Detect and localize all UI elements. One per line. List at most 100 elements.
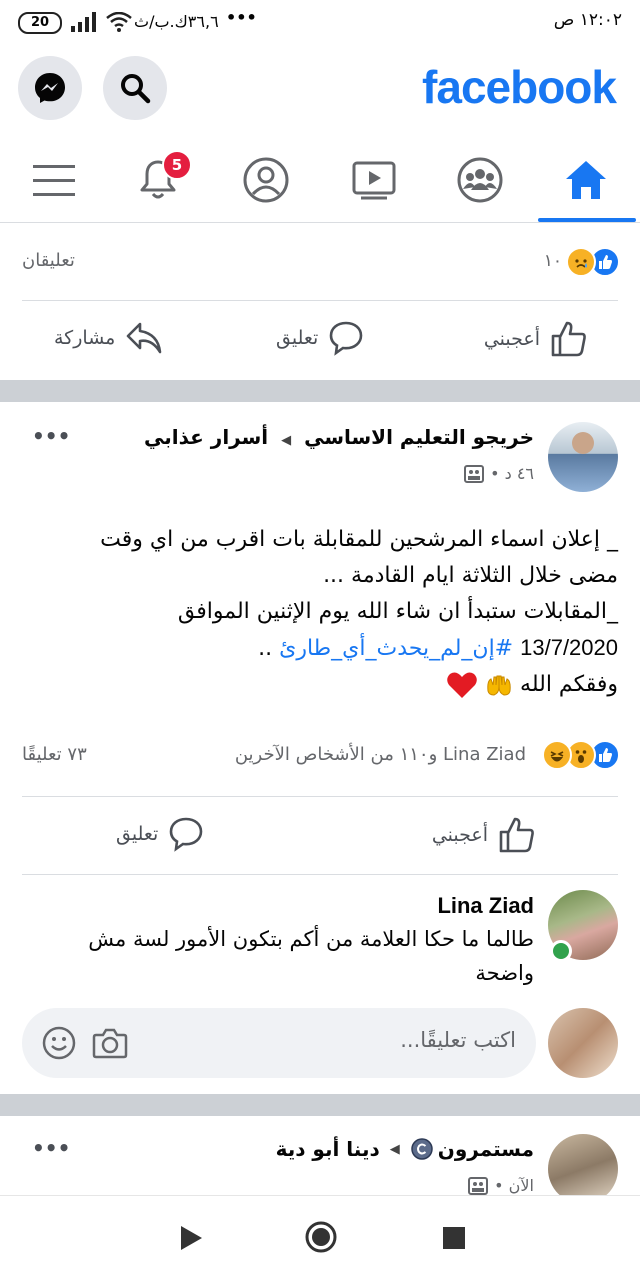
- post2-group-name[interactable]: خريجو التعليم الاساسي: [304, 425, 534, 449]
- nav-bar: 5: [0, 140, 640, 224]
- post2-meta: ٤٦ د •: [464, 464, 534, 483]
- commenter-avatar[interactable]: [548, 890, 618, 962]
- comment-text: طالما ما حكا العلامة من أكم بتكون الأمور…: [88, 927, 534, 985]
- post2-like-button[interactable]: أعجبني: [432, 816, 536, 854]
- comment-icon: [330, 321, 363, 356]
- post2-line-3: _المقابلات ستبدأ ان شاء الله يوم الإثنين…: [177, 599, 618, 624]
- post2-hashtag[interactable]: #إن_لم_يحدث_أي_طارئ: [279, 636, 513, 661]
- like-icon: [499, 817, 534, 853]
- notification-badge: 5: [162, 150, 192, 180]
- post1-comments-count[interactable]: تعليقان: [22, 250, 75, 271]
- arrow-icon: ◀: [281, 433, 292, 448]
- tab-watch[interactable]: [344, 150, 404, 210]
- tab-menu[interactable]: [24, 150, 84, 210]
- facebook-logo: facebook: [422, 61, 617, 113]
- post2-line-1: _ إعلان اسماء المرشحين للمقابلة بات اقرب…: [100, 527, 618, 552]
- post3-meta: الآن •: [468, 1176, 534, 1195]
- messenger-button[interactable]: [18, 56, 82, 120]
- home-icon: [566, 161, 606, 199]
- system-nav-bar: [0, 1196, 640, 1280]
- copyright-icon: [411, 1138, 433, 1160]
- watch-icon: [352, 161, 396, 200]
- status-time: ١٢:٠٢ ص: [553, 10, 622, 30]
- search-button[interactable]: [103, 56, 167, 120]
- feed-separator-2: [0, 1094, 640, 1116]
- post1-reaction-count: ١٠: [543, 251, 562, 271]
- back-button[interactable]: [178, 1224, 204, 1252]
- post2-author-name[interactable]: أسرار عذابي: [144, 425, 268, 449]
- status-bar: ١٢:٠٢ ص 20 ٣٦,٦ك.ب/ث •••: [0, 0, 640, 44]
- haha-reaction-icon: [542, 740, 572, 770]
- post2-more-icon[interactable]: •••: [32, 424, 70, 448]
- tab-home[interactable]: [556, 150, 616, 210]
- post2-time[interactable]: ٤٦ د •: [490, 464, 534, 483]
- post1-reactions[interactable]: ١٠: [530, 247, 620, 277]
- post1-share-button[interactable]: مشاركة: [54, 320, 163, 356]
- battery-icon: 20: [18, 12, 62, 34]
- feed-separator: [0, 380, 640, 402]
- nav-divider: [0, 222, 640, 223]
- online-status-dot: [550, 940, 572, 962]
- wifi-icon: [106, 12, 132, 32]
- post2-reactions-text[interactable]: Lina Ziad و١١٠ من الأشخاص الآخرين: [235, 744, 526, 765]
- post2-comment-count[interactable]: ٧٣ تعليقًا: [22, 744, 87, 765]
- home-button[interactable]: [304, 1220, 338, 1254]
- search-icon: [121, 74, 151, 104]
- comment-icon: [170, 817, 203, 852]
- post3-more-icon[interactable]: •••: [32, 1136, 70, 1160]
- status-dots: •••: [226, 8, 257, 27]
- camera-icon[interactable]: [92, 1026, 128, 1060]
- post2-closing: وفقكم الله: [520, 672, 618, 697]
- post2-comment-button[interactable]: تعليق: [116, 816, 204, 852]
- post1-comment-button[interactable]: تعليق: [276, 320, 364, 356]
- comment-input[interactable]: اكتب تعليقًا...: [22, 1008, 536, 1078]
- post2-like-label: أعجبني: [431, 824, 488, 846]
- arrow-icon: ◀: [389, 1141, 400, 1157]
- tab-profile[interactable]: [236, 150, 296, 210]
- post3-page-name[interactable]: مستمرون: [438, 1137, 534, 1161]
- post2-date: 13/7/2020: [520, 635, 618, 660]
- app-header: facebook: [0, 44, 640, 140]
- group-privacy-icon: [464, 464, 485, 483]
- post1-share-label: مشاركة: [54, 327, 116, 349]
- group-privacy-icon: [468, 1176, 489, 1195]
- network-speed: ٣٦,٦ك.ب/ث: [134, 12, 219, 31]
- post1-comment-label: تعليق: [276, 327, 319, 349]
- sad-reaction-icon: [566, 247, 596, 277]
- post3-time[interactable]: الآن •: [494, 1176, 534, 1195]
- post3-author-name[interactable]: دينا أبو دية: [276, 1137, 380, 1161]
- post2-reactions[interactable]: [524, 740, 620, 770]
- post2-line-4: 13/7/2020 #إن_لم_يحدث_أي_طارئ ..: [18, 630, 618, 667]
- messenger-icon: [35, 73, 65, 103]
- post2-line-2: مضى خلال الثلاثة ايام القادمة ...: [323, 563, 618, 588]
- hands-icon: [485, 673, 513, 697]
- post2-divider-2: [22, 874, 618, 875]
- post1-like-button[interactable]: أعجبني: [484, 320, 588, 358]
- emoji-icon[interactable]: [42, 1026, 76, 1060]
- share-icon: [127, 322, 162, 354]
- signal-icon: [71, 12, 96, 32]
- like-icon: [551, 321, 586, 357]
- author-avatar[interactable]: [548, 422, 618, 492]
- menu-icon: [33, 165, 75, 196]
- post3-author-avatar[interactable]: [548, 1134, 618, 1204]
- post1-like-label: أعجبني: [483, 328, 540, 350]
- recents-button[interactable]: [442, 1226, 466, 1250]
- post2-body: _ إعلان اسماء المرشحين للمقابلة بات اقرب…: [18, 522, 618, 703]
- commenter-name[interactable]: Lina Ziad: [54, 890, 534, 922]
- post1-divider: [22, 300, 618, 301]
- comment-input-placeholder: اكتب تعليقًا...: [400, 1028, 516, 1052]
- tab-groups[interactable]: [450, 150, 510, 210]
- post3-header-line: مستمرون ◀ دينا أبو دية: [276, 1137, 534, 1161]
- tab-notifications[interactable]: 5: [128, 150, 192, 210]
- heart-icon: [446, 671, 478, 699]
- profile-icon: [243, 157, 289, 203]
- avatar-figure: [572, 432, 594, 454]
- post2-line-5: وفقكم الله: [18, 667, 618, 703]
- post2-hashtag-suffix: ..: [258, 636, 280, 661]
- my-avatar: [548, 1008, 618, 1078]
- post2-divider-1: [22, 796, 618, 797]
- groups-icon: [457, 157, 503, 203]
- post2-comment-label: تعليق: [116, 823, 159, 845]
- comment-bubble[interactable]: Lina Ziad طالما ما حكا العلامة من أكم بت…: [54, 890, 534, 990]
